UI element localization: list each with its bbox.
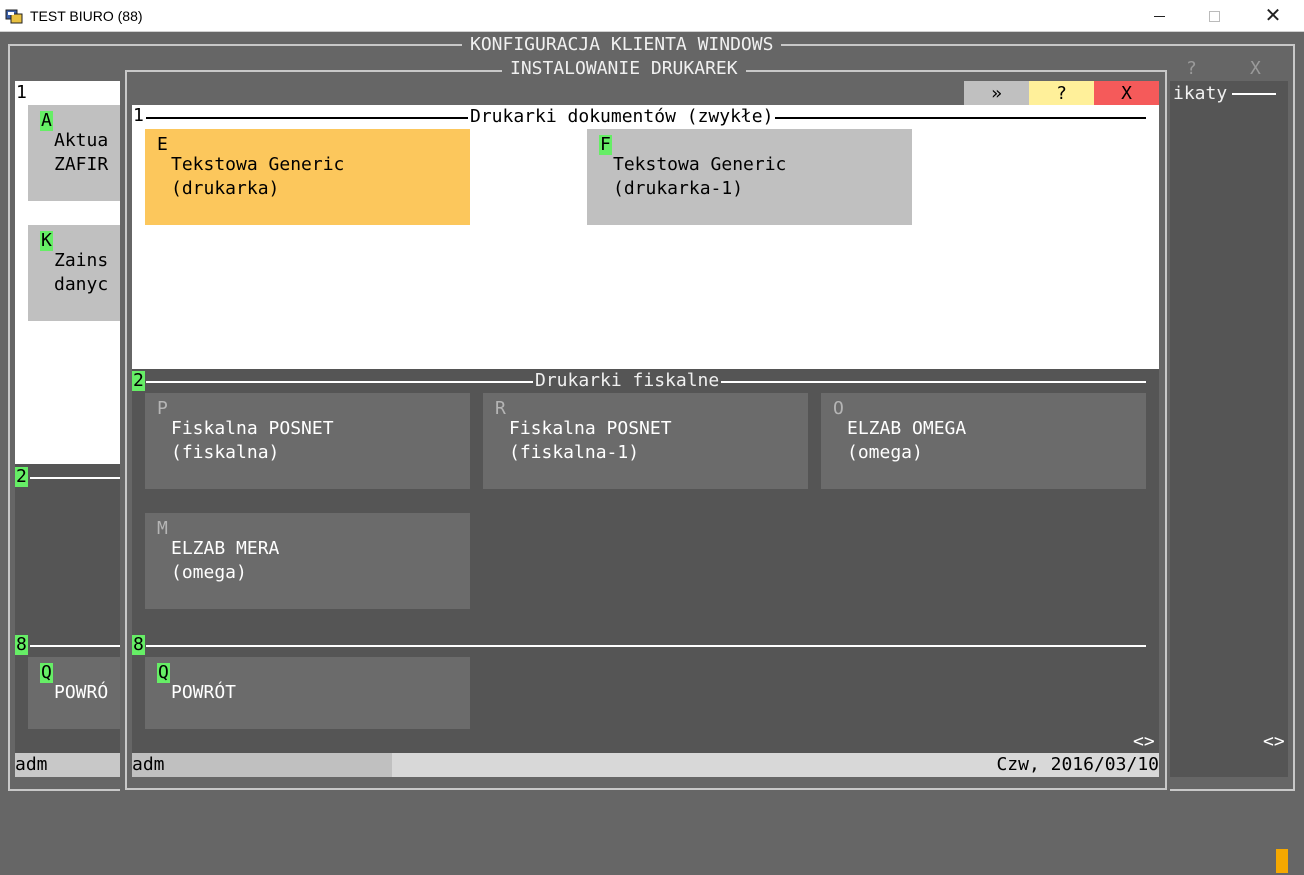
fiscal-tile-m-id: (omega) <box>171 562 247 583</box>
section1-number: 1 <box>133 105 144 126</box>
printer-tile-f-id: (drukarka-1) <box>613 178 744 199</box>
fiscal-tile-p[interactable]: P Fiskalna POSNET (fiskalna) <box>145 393 470 489</box>
outer-section8-number: 8 <box>15 634 28 655</box>
maximize-icon <box>1208 10 1220 22</box>
close-button[interactable]: ✕ <box>1250 0 1296 32</box>
outer-tile-a-line2: ZAFIR <box>54 154 109 175</box>
fiscal-tile-p-id: (fiskalna) <box>171 442 280 463</box>
dialog-scroll-arrows[interactable]: <> <box>1133 731 1155 752</box>
printer-tile-e-name: Tekstowa Generic <box>171 154 345 175</box>
printer-tile-e-key: E <box>157 134 168 155</box>
section2-number: 2 <box>132 370 145 391</box>
outer-section1-number: 1 <box>16 82 27 103</box>
outer-help-button[interactable]: ? <box>1186 58 1197 79</box>
window-title: TEST BIURO (88) <box>30 8 143 24</box>
outer-tile-a-line1: Aktua <box>54 130 109 151</box>
outer-section2-number: 2 <box>15 466 28 487</box>
fiscal-tile-o-id: (omega) <box>847 442 923 463</box>
status-date: Czw, 2016/03/10 <box>392 753 1159 777</box>
printer-tile-f[interactable]: F Tekstowa Generic (drukarka-1) <box>587 129 912 225</box>
fiscal-tile-r-id: (fiskalna-1) <box>509 442 640 463</box>
back-tile-key: Q <box>157 662 170 683</box>
printer-tile-f-name: Tekstowa Generic <box>613 154 787 175</box>
section8-divider <box>146 645 1146 647</box>
section2-title: Drukarki fiskalne <box>533 370 722 392</box>
minimize-icon <box>1153 15 1165 17</box>
fiscal-tile-p-name: Fiskalna POSNET <box>171 418 334 439</box>
fiscal-tile-r[interactable]: R Fiskalna POSNET (fiskalna-1) <box>483 393 808 489</box>
fiscal-tile-m-key: M <box>157 518 168 539</box>
outer-status-user: adm <box>15 753 120 777</box>
outer-tile-k-line2: danyc <box>54 274 109 295</box>
outer-right-divider <box>1232 93 1276 95</box>
printer-tile-e-id: (drukarka) <box>171 178 280 199</box>
outer-tile-a[interactable]: A Aktua ZAFIR <box>28 105 120 201</box>
printer-tile-e[interactable]: E Tekstowa Generic (drukarka) <box>145 129 470 225</box>
fiscal-tile-p-key: P <box>157 398 168 419</box>
dialog-close-button[interactable]: X <box>1094 81 1159 105</box>
status-user: adm <box>132 753 392 777</box>
fiscal-tile-r-name: Fiskalna POSNET <box>509 418 672 439</box>
fiscal-tile-o[interactable]: O ELZAB OMEGA (omega) <box>821 393 1146 489</box>
section8-number: 8 <box>132 634 145 655</box>
text-cursor <box>1276 849 1288 873</box>
next-button[interactable]: » <box>964 81 1029 105</box>
minimize-button[interactable] <box>1136 0 1182 32</box>
outer-right-panel <box>1166 81 1288 777</box>
outer-tile-k[interactable]: K Zains danyc <box>28 225 120 321</box>
outer-back-tile[interactable]: Q POWRÓ <box>28 657 120 729</box>
outer-section8-divider <box>30 645 120 647</box>
outer-right-fragment: ikaty <box>1173 83 1228 104</box>
fiscal-tile-m-name: ELZAB MERA <box>171 538 280 559</box>
outer-window-title: KONFIGURACJA KLIENTA WINDOWS <box>462 34 782 56</box>
window-titlebar: TEST BIURO (88) ✕ <box>0 0 1304 32</box>
outer-scroll-arrows[interactable]: <> <box>1263 731 1285 752</box>
fiscal-tile-m[interactable]: M ELZAB MERA (omega) <box>145 513 470 609</box>
help-button[interactable]: ? <box>1029 81 1094 105</box>
section1-title: Drukarki dokumentów (zwykłe) <box>468 106 776 128</box>
outer-tile-a-key: A <box>40 110 53 131</box>
fiscal-tile-r-key: R <box>495 398 506 419</box>
maximize-button[interactable] <box>1191 0 1237 32</box>
outer-back-tile-label: POWRÓ <box>54 682 109 703</box>
close-icon: ✕ <box>1264 5 1282 27</box>
outer-tile-k-line1: Zains <box>54 250 109 271</box>
fiscal-tile-o-name: ELZAB OMEGA <box>847 418 967 439</box>
help-label: ? <box>1056 82 1067 104</box>
back-tile[interactable]: Q POWRÓT <box>145 657 470 729</box>
printer-tile-f-key: F <box>599 134 612 155</box>
outer-section2-divider <box>30 477 120 479</box>
dialog-close-label: X <box>1121 82 1132 104</box>
outer-back-tile-key: Q <box>40 662 53 683</box>
app-icon <box>5 9 23 24</box>
next-label: » <box>991 82 1002 104</box>
outer-tile-k-key: K <box>40 230 53 251</box>
fiscal-tile-o-key: O <box>833 398 844 419</box>
outer-close-button[interactable]: X <box>1250 58 1261 79</box>
back-tile-label: POWRÓT <box>171 682 237 703</box>
dialog-title: INSTALOWANIE DRUKAREK <box>502 58 746 80</box>
